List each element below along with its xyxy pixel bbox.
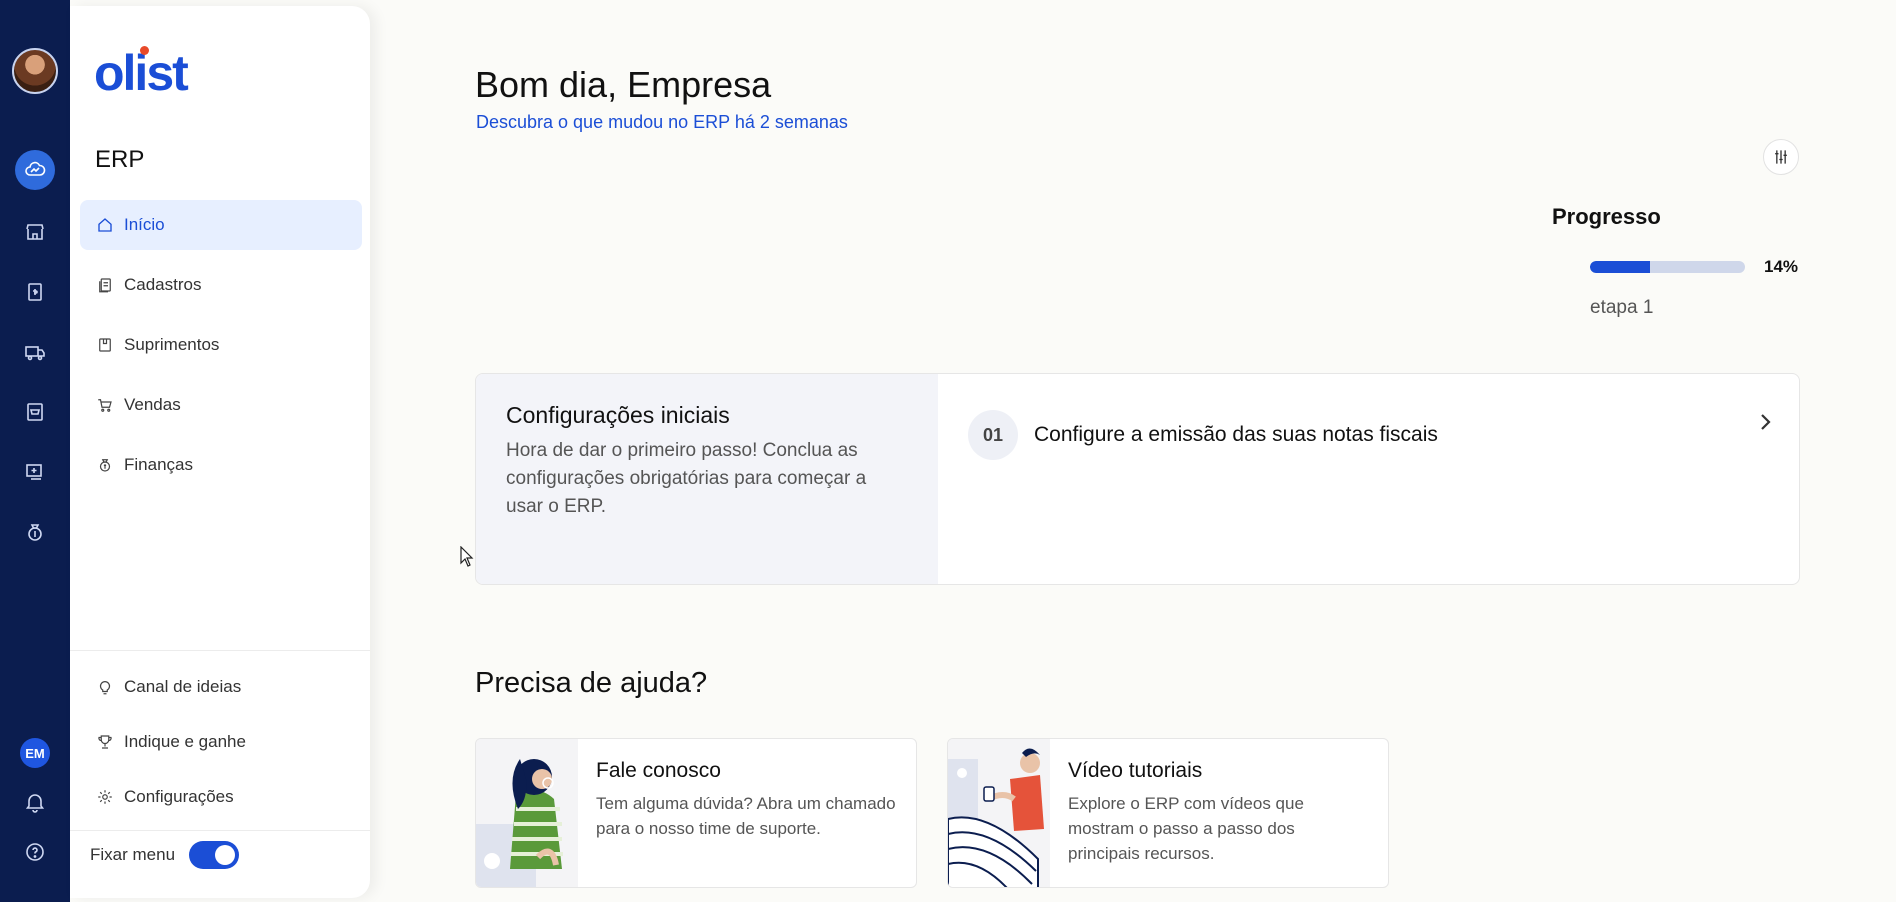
sidebar-divider (70, 830, 370, 831)
setup-description: Hora de dar o primeiro passo! Conclua as… (506, 440, 867, 517)
user-initials-badge[interactable]: EM (20, 738, 50, 768)
card-text: Tem alguma dúvida? Abra um chamado para … (596, 794, 896, 838)
invoice-icon[interactable] (19, 276, 51, 308)
document-icon (99, 278, 111, 293)
brand-logo[interactable]: olist (94, 44, 189, 102)
sidebar-item-indique-e-ganhe[interactable]: Indique e ganhe (80, 717, 362, 767)
app-rail: EM (0, 0, 70, 902)
progress-bar-fill (1590, 261, 1650, 273)
module-title: ERP (95, 146, 145, 173)
step-text: Configure a emissão das suas notas fisca… (1034, 423, 1438, 446)
progress-percent: 14% (1764, 257, 1799, 276)
sidebar-divider (70, 650, 370, 651)
mouse-cursor-icon (460, 546, 474, 567)
bell-icon[interactable] (19, 786, 51, 818)
pin-menu-toggle[interactable] (189, 841, 240, 869)
sidebar-item-label: Início (124, 215, 165, 234)
page-title: Bom dia, Empresa (475, 64, 772, 105)
card-text: Explore o ERP com vídeos que mostram o p… (1068, 794, 1304, 863)
sidebar-item-label: Suprimentos (124, 335, 220, 354)
trophy-icon (98, 735, 112, 749)
avatar[interactable] (12, 48, 58, 94)
sidebar-item-cadastros[interactable]: Cadastros (80, 260, 362, 310)
shopping-cart-icon[interactable] (19, 396, 51, 428)
money-bag-icon (99, 459, 111, 472)
whats-new-link[interactable]: Descubra o que mudou no ERP há 2 semanas (476, 112, 848, 133)
sidebar-item-vendas[interactable]: Vendas (80, 380, 362, 430)
erp-app-icon[interactable] (15, 150, 55, 190)
card-title: Vídeo tutoriais (1068, 759, 1203, 782)
money-bag-rail-icon[interactable] (19, 516, 51, 548)
sliders-icon (1775, 150, 1787, 164)
sidebar-item-label: Configurações (124, 787, 234, 806)
video-illustration (948, 739, 1050, 887)
delivery-truck-icon[interactable] (19, 336, 51, 368)
sidebar-item-label: Canal de ideias (124, 677, 242, 696)
sidebar-item-label: Indique e ganhe (124, 732, 246, 751)
step-number-badge: 01 (968, 410, 1018, 460)
setup-step-item[interactable]: 01 Configure a emissão das suas notas fi… (968, 410, 1438, 460)
store-icon[interactable] (19, 216, 51, 248)
sidebar: olist ERP Início Cadastros Suprimentos V… (70, 6, 370, 898)
setup-intro: Configurações iniciais Hora de dar o pri… (476, 374, 938, 584)
sidebar-item-financas[interactable]: Finanças (80, 440, 362, 490)
sidebar-item-inicio[interactable]: Início (80, 200, 362, 250)
sidebar-item-suprimentos[interactable]: Suprimentos (80, 320, 362, 370)
sidebar-item-canal-de-ideias[interactable]: Canal de ideias (80, 662, 362, 712)
gear-icon (98, 790, 112, 804)
sidebar-item-configuracoes[interactable]: Configurações (80, 772, 362, 822)
home-icon (98, 218, 112, 232)
progress-bar (1590, 261, 1745, 273)
setup-title: Configurações iniciais (506, 402, 730, 428)
support-illustration (476, 739, 578, 887)
cart-icon (98, 399, 112, 412)
box-icon (99, 338, 111, 352)
sidebar-item-label: Cadastros (124, 275, 202, 294)
progress-title: Progresso (1552, 204, 1661, 229)
help-icon[interactable] (19, 836, 51, 868)
sidebar-item-label: Finanças (124, 455, 193, 474)
pin-menu-label: Fixar menu (90, 845, 176, 864)
help-section-title: Precisa de ajuda? (475, 667, 708, 699)
chevron-right-icon[interactable] (1753, 410, 1777, 434)
add-screen-icon[interactable] (19, 456, 51, 488)
card-title: Fale conosco (596, 759, 721, 782)
customize-button[interactable] (1763, 139, 1799, 175)
progress-step-label: etapa 1 (1590, 297, 1654, 318)
pin-menu-row: Fixar menu (90, 841, 240, 869)
video-tutorials-card[interactable]: Vídeo tutoriais Explore o ERP com vídeos… (947, 738, 1389, 888)
lightbulb-icon (99, 681, 111, 695)
initial-setup-card: Configurações iniciais Hora de dar o pri… (475, 373, 1800, 585)
contact-us-card[interactable]: Fale conosco Tem alguma dúvida? Abra um … (475, 738, 917, 888)
sidebar-item-label: Vendas (124, 395, 181, 414)
